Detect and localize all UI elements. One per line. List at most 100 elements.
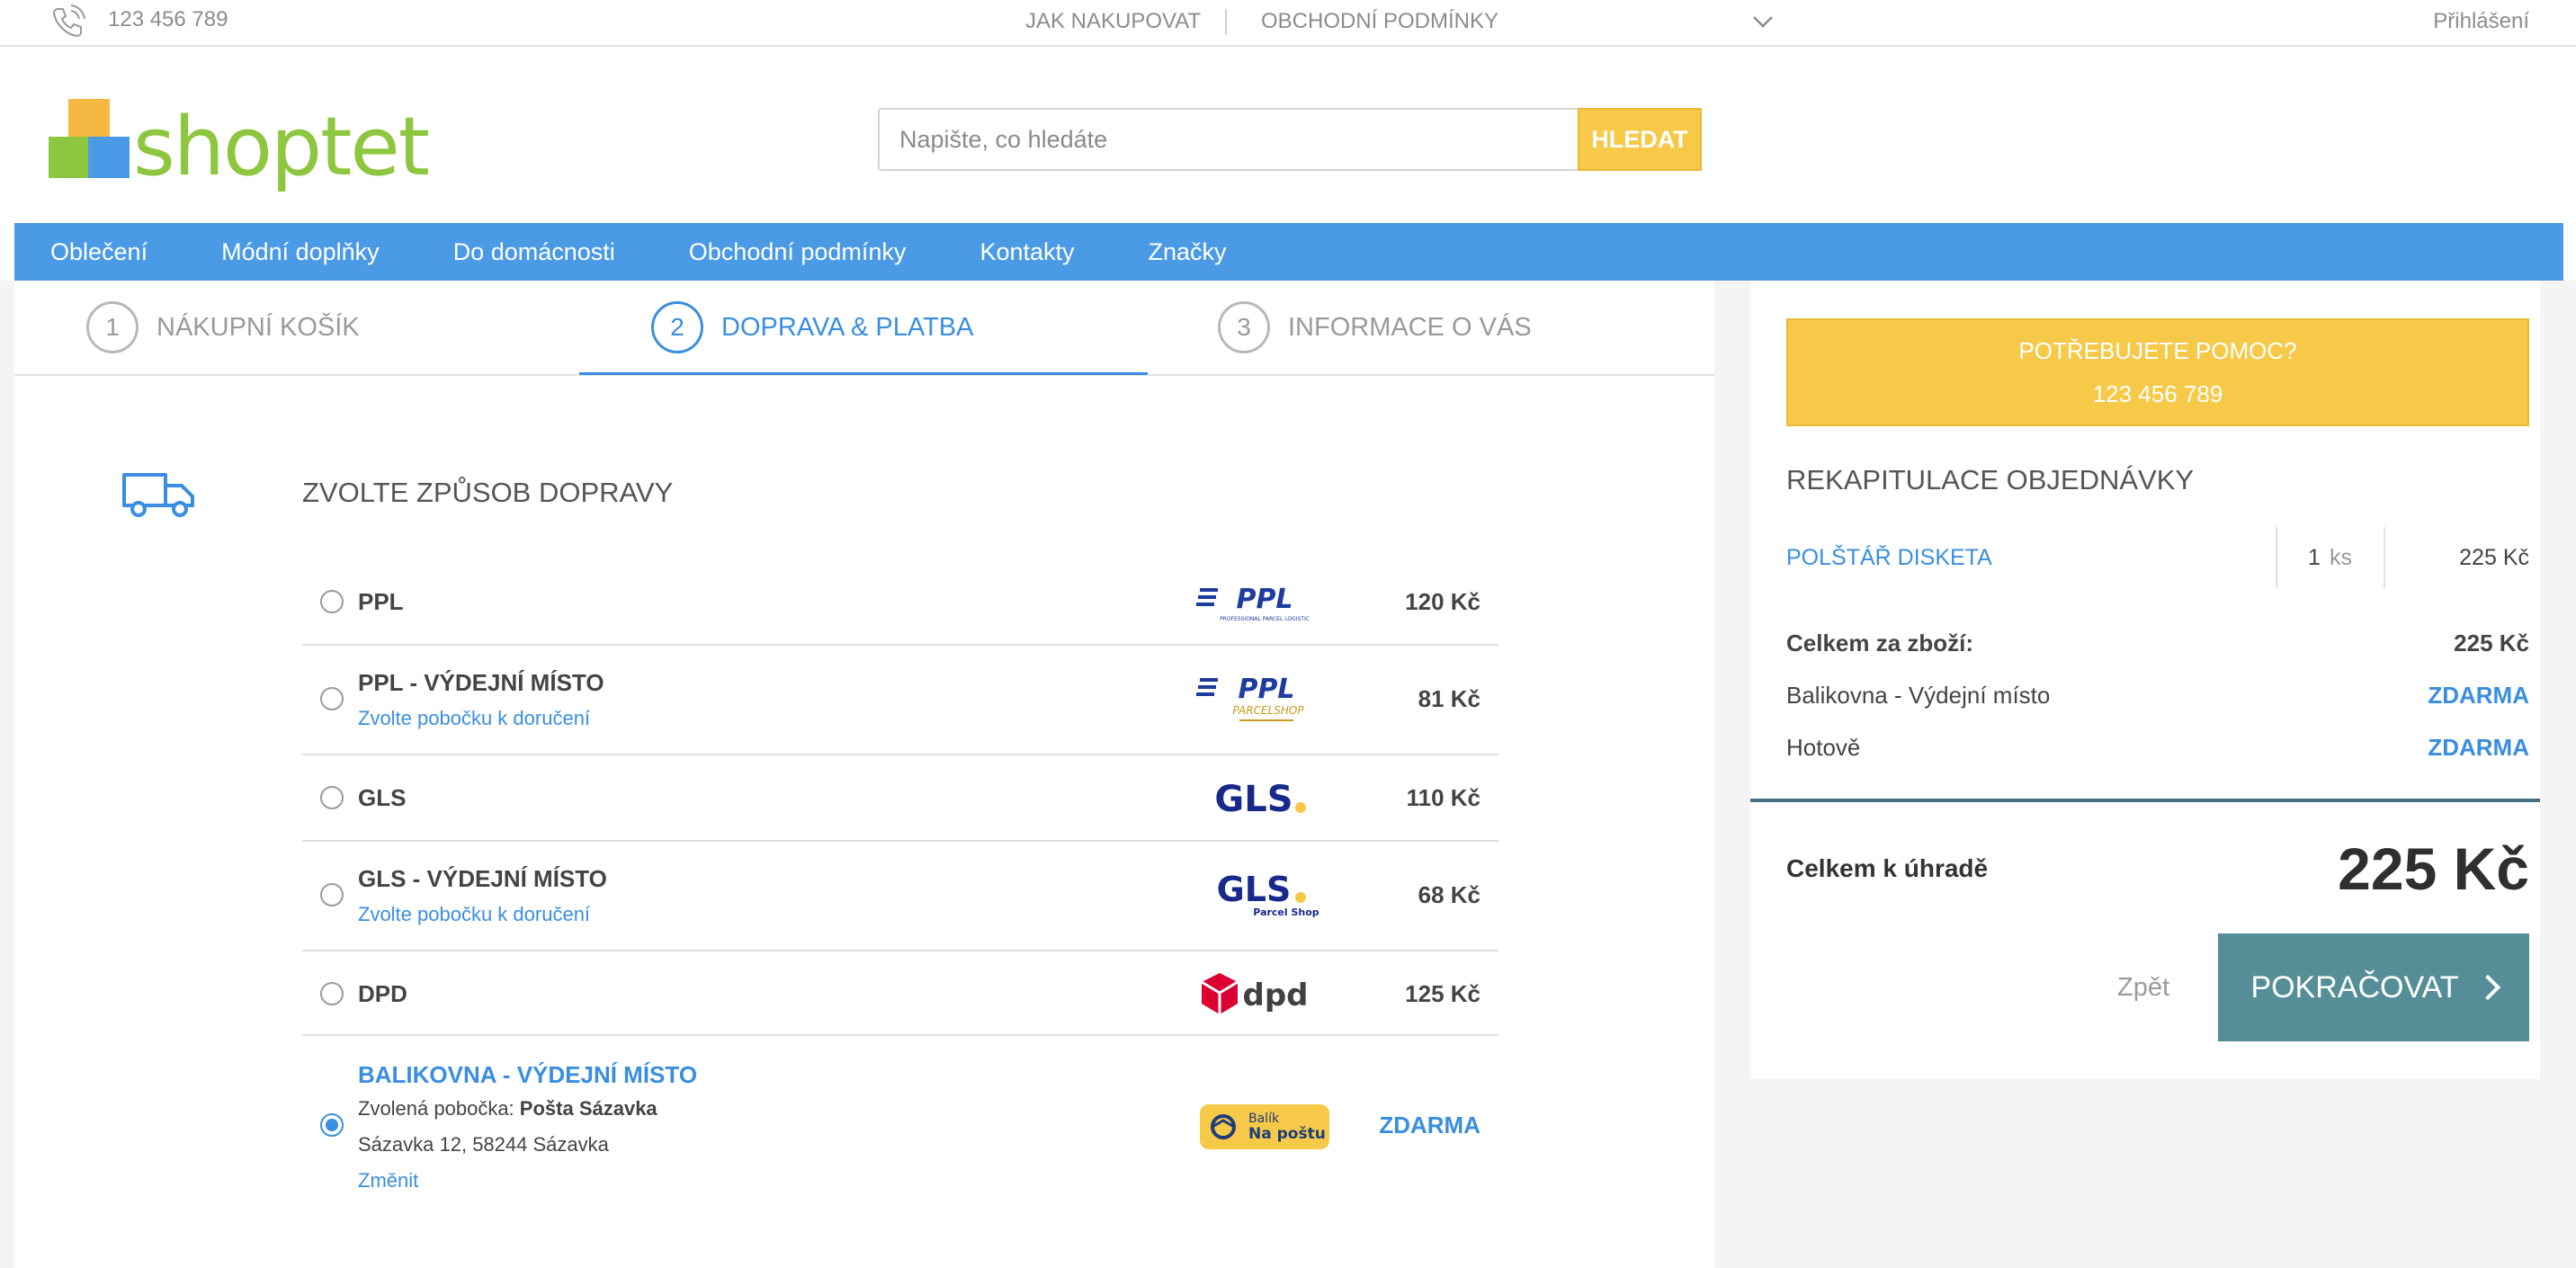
dpd-logo-icon: dpd — [1201, 973, 1309, 1014]
divider — [2384, 527, 2385, 588]
left-margin — [0, 281, 14, 1268]
phone-icon — [52, 4, 85, 38]
checkout-steps: 1 NÁKUPNÍ KOŠÍK 2 DOPRAVA & PLATBA 3 INF… — [14, 281, 1714, 376]
nav-item-kontakty[interactable]: Kontakty — [979, 238, 1074, 266]
cart-item-row: POLŠTÁŘ DISKETA 1 ks 225 Kč — [1786, 527, 2529, 588]
nav-item-obchodni-podminky[interactable]: Obchodní podmínky — [689, 238, 907, 266]
balik-na-postu-logo-icon: Balík Na poštu — [1200, 1104, 1329, 1149]
radio-gls-pickup[interactable] — [320, 883, 344, 906]
top-divider — [1225, 9, 1227, 34]
nav-item-obleceni[interactable]: Oblečení — [50, 238, 148, 266]
nav-item-znacky[interactable]: Značky — [1149, 238, 1227, 266]
gls-logo-icon: GLS — [1214, 779, 1306, 820]
item-qty: 1 — [2308, 545, 2321, 570]
total-divider — [1750, 799, 2540, 802]
item-name-link[interactable]: POLŠTÁŘ DISKETA — [1786, 545, 1992, 571]
help-phone: 123 456 789 — [2092, 380, 2223, 407]
option-name: GLS - VÝDEJNÍ MÍSTO — [358, 865, 607, 892]
change-branch-link[interactable]: Změnit — [358, 1169, 418, 1192]
step-shipping-payment[interactable]: 2 DOPRAVA & PLATBA — [651, 300, 973, 354]
grand-total-value: 225 Kč — [2338, 835, 2529, 902]
svg-text:PPL: PPL — [1238, 674, 1294, 705]
shipping-option-dpd[interactable]: DPD dpd 125 Kč — [302, 951, 1498, 1036]
svg-text:Na poštu: Na poštu — [1248, 1125, 1326, 1143]
option-price: ZDARMA — [1379, 1112, 1480, 1139]
step-cart[interactable]: 1 NÁKUPNÍ KOŠÍK — [86, 300, 360, 354]
shipping-option-ppl-pickup[interactable]: PPL - VÝDEJNÍ MÍSTO Zvolte pobočku k dor… — [302, 646, 1498, 755]
branch-address: Sázavka 12, 58244 Sázavka — [358, 1133, 609, 1156]
shipping-cost-value: ZDARMA — [2428, 682, 2529, 709]
goods-total-label: Celkem za zboží: — [1786, 630, 1974, 656]
step-number: 1 — [86, 301, 139, 353]
step-customer-info[interactable]: 3 INFORMACE O VÁS — [1218, 300, 1532, 354]
step-label: DOPRAVA & PLATBA — [721, 312, 974, 342]
link-obchodni-podminky[interactable]: OBCHODNÍ PODMÍNKY — [1261, 9, 1498, 34]
continue-button[interactable]: POKRAČOVAT — [2218, 933, 2529, 1041]
search-input[interactable] — [880, 110, 1578, 169]
shipping-option-gls-pickup[interactable]: GLS - VÝDEJNÍ MÍSTO Zvolte pobočku k dor… — [302, 842, 1498, 951]
option-price: 81 Kč — [1418, 685, 1480, 712]
shipping-option-ppl[interactable]: PPL PPL PROFESSIONAL PARCEL LOGISTIC 120… — [302, 563, 1498, 646]
nav-item-do-domacnosti[interactable]: Do domácnosti — [453, 238, 615, 266]
item-unit: ks — [2330, 545, 2352, 570]
payment-cost-label: Hotově — [1786, 734, 1861, 761]
chevron-down-icon[interactable] — [1750, 9, 1775, 34]
choose-branch-link[interactable]: Zvolte pobočku k doručení — [358, 903, 590, 926]
grand-total-label: Celkem k úhradě — [1786, 854, 1989, 882]
search-box — [878, 108, 1578, 171]
radio-ppl-pickup[interactable] — [320, 687, 344, 710]
item-price: 225 Kč — [2459, 545, 2529, 570]
option-name: PPL - VÝDEJNÍ MÍSTO — [358, 669, 604, 696]
logo-text: shoptet — [133, 100, 430, 194]
top-bar: 123 456 789 JAK NAKUPOVAT OBCHODNÍ PODMÍ… — [0, 0, 2576, 47]
shipping-option-gls[interactable]: GLS GLS 110 Kč — [302, 755, 1498, 842]
truck-icon — [122, 473, 194, 517]
step-label: INFORMACE O VÁS — [1288, 312, 1532, 342]
ppl-parcelshop-logo-icon: PPL PARCELSHOP — [1196, 674, 1304, 721]
radio-dpd[interactable] — [320, 982, 344, 1005]
goods-total-value: 225 Kč — [2454, 630, 2529, 656]
svg-text:GLS: GLS — [1217, 870, 1292, 909]
option-name: BALIKOVNA - VÝDEJNÍ MÍSTO — [358, 1061, 698, 1088]
search-button[interactable]: HLEDAT — [1578, 108, 1702, 171]
svg-text:Balík: Balík — [1248, 1112, 1280, 1126]
step-number: 3 — [1218, 301, 1270, 353]
link-jak-nakupovat[interactable]: JAK NAKUPOVAT — [1025, 9, 1201, 34]
option-price: 120 Kč — [1405, 588, 1480, 615]
ppl-logo-icon: PPL PROFESSIONAL PARCEL LOGISTIC — [1196, 584, 1310, 622]
login-link[interactable]: Přihlášení — [2433, 9, 2529, 34]
option-name: DPD — [358, 980, 407, 1007]
logo-square-yellow — [68, 99, 110, 140]
help-box[interactable]: POTŘEBUJETE POMOC? 123 456 789 — [1786, 318, 2529, 426]
divider — [2276, 527, 2277, 588]
option-name: PPL — [358, 588, 404, 615]
recap-title: REKAPITULACE OBJEDNÁVKY — [1786, 464, 2195, 496]
ppl-logo-text: PPL — [1236, 584, 1292, 615]
step-number: 2 — [651, 301, 703, 353]
svg-text:Parcel Shop: Parcel Shop — [1253, 906, 1319, 918]
logo-square-blue — [88, 137, 130, 178]
option-name: GLS — [358, 784, 407, 811]
main-nav: Oblečení Módní doplňky Do domácnosti Obc… — [14, 223, 2563, 281]
step-label: NÁKUPNÍ KOŠÍK — [157, 312, 360, 342]
active-step-indicator — [579, 372, 1148, 375]
top-phone-number[interactable]: 123 456 789 — [108, 7, 228, 32]
chevron-right-icon — [2474, 974, 2500, 1001]
option-price: 125 Kč — [1405, 980, 1480, 1007]
continue-label: POKRAČOVAT — [2250, 969, 2459, 1005]
payment-cost-value: ZDARMA — [2428, 734, 2529, 761]
option-price: 110 Kč — [1406, 784, 1480, 811]
selected-branch: Zvolená pobočka: Pošta Sázavka — [358, 1097, 657, 1120]
shipping-option-balikovna[interactable]: BALIKOVNA - VÝDEJNÍ MÍSTO Zvolená pobočk… — [302, 1036, 1498, 1216]
shop-logo[interactable]: shoptet — [49, 99, 430, 192]
radio-ppl[interactable] — [320, 590, 344, 613]
shipping-title: ZVOLTE ZPŮSOB DOPRAVY — [302, 477, 674, 508]
radio-balikovna[interactable] — [320, 1113, 344, 1137]
back-link[interactable]: Zpět — [2117, 973, 2169, 1003]
nav-item-modni-doplnky[interactable]: Módní doplňky — [221, 238, 380, 266]
shipping-cost-label: Balikovna - Výdejní místo — [1786, 682, 2051, 709]
radio-gls[interactable] — [320, 786, 344, 809]
help-title: POTŘEBUJETE POMOC? — [2018, 337, 2297, 364]
option-price: 68 Kč — [1418, 881, 1480, 908]
choose-branch-link[interactable]: Zvolte pobočku k doručení — [358, 707, 590, 730]
